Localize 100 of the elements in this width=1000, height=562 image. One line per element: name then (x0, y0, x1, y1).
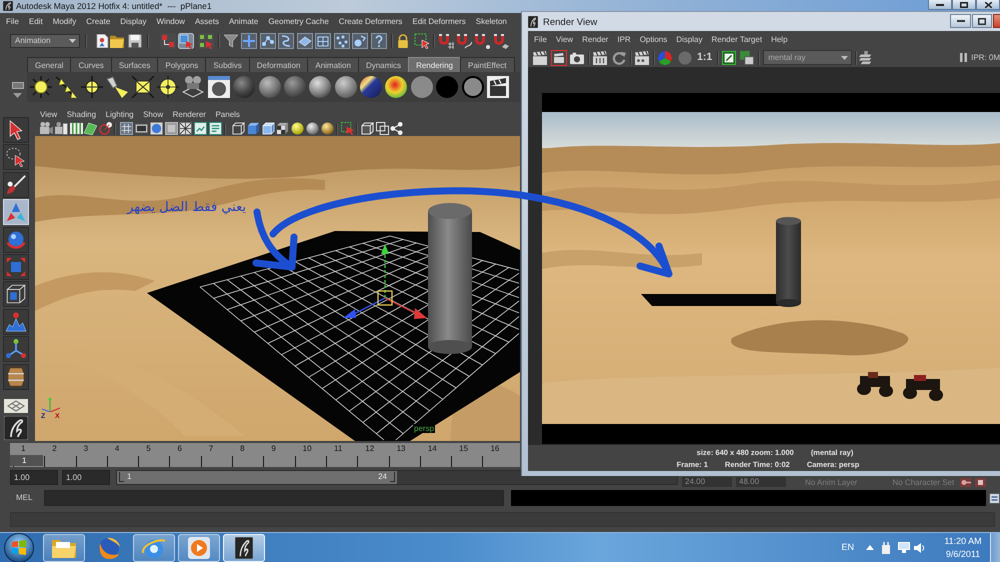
close-button[interactable] (976, 0, 1000, 10)
language-indicator[interactable]: EN (841, 543, 854, 552)
minimize-icon[interactable] (956, 20, 964, 22)
speaker-icon[interactable] (914, 542, 925, 552)
node-network-icon[interactable] (390, 122, 404, 135)
default-lighting-icon[interactable] (320, 122, 334, 135)
filter-icon[interactable] (224, 34, 238, 48)
lights-icon[interactable] (291, 122, 304, 135)
wireframe-icon[interactable] (232, 122, 245, 135)
new-scene-icon[interactable] (95, 34, 109, 48)
sphere-icon[interactable] (309, 76, 332, 98)
sphere-icon[interactable] (233, 76, 256, 98)
menu-set-dropdown[interactable]: Animation (10, 34, 80, 48)
menu-item[interactable]: Help (771, 36, 788, 44)
spot-light-icon[interactable] (106, 76, 128, 98)
close-icon[interactable] (984, 2, 992, 8)
menu-item[interactable]: File (6, 18, 19, 26)
shelf-tab[interactable]: Curves (70, 57, 112, 72)
play-icon[interactable] (188, 536, 210, 558)
menu-item[interactable]: Animate (228, 18, 258, 26)
point-light-icon[interactable] (30, 76, 52, 98)
curve-mask-icon[interactable] (278, 33, 294, 49)
safe-action-icon[interactable] (194, 122, 208, 135)
point-snap-icon[interactable] (474, 33, 490, 49)
shelf-tab[interactable]: General (27, 57, 72, 72)
gate-mask-icon[interactable] (164, 122, 178, 135)
playback-start-field[interactable]: 1.00 (62, 470, 110, 484)
menu-item[interactable]: File (534, 36, 547, 44)
isolate-select-icon[interactable] (340, 122, 354, 135)
sphere-icon[interactable] (258, 76, 281, 98)
minimize-icon[interactable] (936, 4, 944, 6)
taskbar-button[interactable] (223, 534, 265, 562)
area-light-icon[interactable] (132, 76, 154, 98)
remove-image-icon[interactable] (740, 50, 754, 64)
time-slider[interactable]: 1 2 3 4 5 6 7 8 9 10 11 12 13 14 15 16 1 (10, 443, 520, 467)
striped-sphere-icon[interactable] (360, 76, 382, 98)
menu-item[interactable]: Window (156, 18, 185, 26)
menu-item[interactable]: IPR (617, 36, 631, 44)
render-window-icon[interactable] (208, 76, 230, 98)
clapperboard-icon[interactable] (593, 50, 607, 64)
surface-mask-icon[interactable] (296, 33, 312, 49)
safe-title-icon[interactable] (208, 122, 222, 135)
menu-item[interactable]: View (556, 36, 574, 44)
menu-item[interactable]: Show (143, 110, 164, 118)
rendering-mask-icon[interactable] (352, 33, 368, 49)
render-camera-icon[interactable] (182, 76, 204, 98)
maximize-icon[interactable] (978, 18, 986, 24)
menu-item[interactable]: Create Deformers (338, 18, 402, 26)
curve-snap-icon[interactable] (456, 33, 472, 49)
component-mode-icon[interactable] (198, 33, 214, 49)
shelf-tab[interactable]: PaintEffect (460, 57, 515, 72)
region-render-icon[interactable] (551, 50, 567, 66)
range-handle[interactable] (119, 472, 124, 482)
shelf-tab[interactable]: Polygons (157, 57, 206, 72)
current-frame-marker[interactable]: 1 (10, 455, 44, 466)
shelf-tab[interactable]: Surfaces (110, 57, 158, 72)
joint-mask-icon[interactable] (260, 33, 276, 49)
directional-light-icon[interactable] (55, 76, 78, 98)
menu-item[interactable]: Create (86, 18, 110, 26)
shelf-tab[interactable]: Subdivs (205, 57, 250, 72)
start-orb-icon[interactable] (4, 532, 34, 562)
menu-item[interactable]: Edit (28, 18, 43, 26)
maximize-button[interactable] (952, 0, 976, 10)
snapshot-icon[interactable] (570, 50, 584, 64)
playback-end-field[interactable]: 24.00 (682, 477, 732, 487)
menu-item[interactable]: Edit Deformers (412, 18, 466, 26)
grid-snap-icon[interactable] (438, 33, 454, 49)
network-icon[interactable] (898, 542, 910, 553)
menu-item[interactable]: Modify (52, 18, 76, 26)
sphere-icon[interactable] (334, 76, 357, 98)
ringed-disc-icon[interactable] (462, 76, 484, 98)
key-icon[interactable] (960, 478, 972, 487)
pause-icon[interactable] (960, 53, 968, 62)
minimize-button[interactable] (928, 0, 952, 10)
clapperboard-icon[interactable] (635, 50, 649, 64)
language-toggle[interactable]: MEL (16, 494, 32, 502)
menu-item[interactable]: Display (120, 18, 146, 26)
menu-item[interactable]: Renderer (172, 110, 206, 118)
wire-on-shaded-icon[interactable] (262, 122, 275, 135)
menu-item[interactable]: Render Target (712, 36, 762, 44)
shadows-icon[interactable] (306, 122, 319, 135)
grid-icon[interactable] (120, 122, 134, 135)
xray-icon[interactable] (360, 122, 374, 135)
caret-icon[interactable] (69, 39, 76, 43)
deformer-mask-icon[interactable] (315, 33, 331, 49)
field-chart-icon[interactable] (179, 122, 192, 135)
select-region-icon[interactable] (414, 33, 430, 49)
smooth-shade-icon[interactable] (246, 122, 260, 135)
character-icon[interactable] (975, 478, 986, 487)
shelf-menu-icon[interactable] (12, 82, 24, 89)
volume-light-icon[interactable] (156, 76, 179, 98)
command-input[interactable] (44, 490, 504, 506)
film-gate-icon[interactable] (134, 122, 148, 135)
shelf-tab[interactable]: Rendering (408, 57, 461, 72)
clapperboard-icon[interactable] (487, 76, 510, 98)
menu-item[interactable]: Lighting (106, 110, 134, 118)
move-manipulator[interactable] (343, 244, 427, 319)
object-mode-icon[interactable] (178, 33, 194, 49)
dynamics-mask-icon[interactable] (334, 33, 350, 49)
ramp-sphere-icon[interactable] (385, 76, 408, 98)
